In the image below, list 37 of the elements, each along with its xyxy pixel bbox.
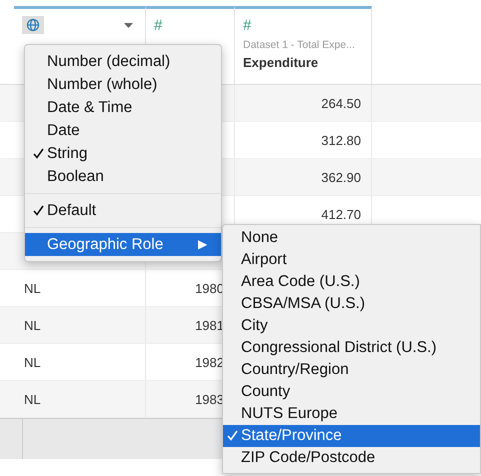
checkmark-icon xyxy=(226,430,238,442)
menu-item[interactable]: Default xyxy=(25,199,221,222)
menu-item[interactable]: None xyxy=(223,227,480,249)
menu-item[interactable]: Country/Region xyxy=(223,359,480,381)
menu-item[interactable]: NUTS Europe xyxy=(223,403,480,425)
menu-item[interactable]: State/Province xyxy=(223,425,480,447)
number-type-icon: # xyxy=(243,16,252,34)
column-source: Dataset 1 - Total Expe... xyxy=(243,39,356,51)
menu-item[interactable]: Area Code (U.S.) xyxy=(223,271,480,293)
table-cell: NL xyxy=(24,354,41,370)
number-type-icon: # xyxy=(154,16,162,34)
menu-item[interactable]: City xyxy=(223,315,480,337)
menu-item[interactable]: County xyxy=(223,381,480,403)
menu-item[interactable]: Airport xyxy=(223,249,480,271)
checkmark-icon xyxy=(32,205,44,216)
table-cell: 1981 xyxy=(195,318,224,332)
menu-item[interactable]: CBSA/MSA (U.S.) xyxy=(223,293,480,315)
table-cell: 312.80 xyxy=(321,132,361,148)
menu-item[interactable]: Geographic Role ▶ xyxy=(25,233,221,256)
menu-item[interactable]: Date & Time xyxy=(25,96,221,119)
menu-item[interactable]: Number (whole) xyxy=(25,73,221,96)
globe-icon[interactable] xyxy=(22,16,44,34)
checkmark-icon xyxy=(32,148,44,160)
column-name: Expenditure xyxy=(243,55,320,70)
menu-item[interactable]: Boolean xyxy=(25,165,221,188)
table-cell: 264.50 xyxy=(321,96,361,110)
menu-item[interactable]: ZIP Code/Postcode xyxy=(223,447,480,469)
table-cell: 412.70 xyxy=(321,206,361,222)
table-cell: NL xyxy=(24,280,41,296)
table-cell: NL xyxy=(24,392,41,406)
menu-item[interactable]: Number (decimal) xyxy=(25,50,221,73)
menu-item[interactable]: Date xyxy=(25,119,221,142)
menu-item[interactable]: Congressional District (U.S.) xyxy=(223,337,480,359)
table-cell: NL xyxy=(24,318,41,332)
caret-icon[interactable] xyxy=(124,22,133,28)
menu-item[interactable]: String xyxy=(25,142,221,165)
table-cell: 362.90 xyxy=(321,170,361,184)
